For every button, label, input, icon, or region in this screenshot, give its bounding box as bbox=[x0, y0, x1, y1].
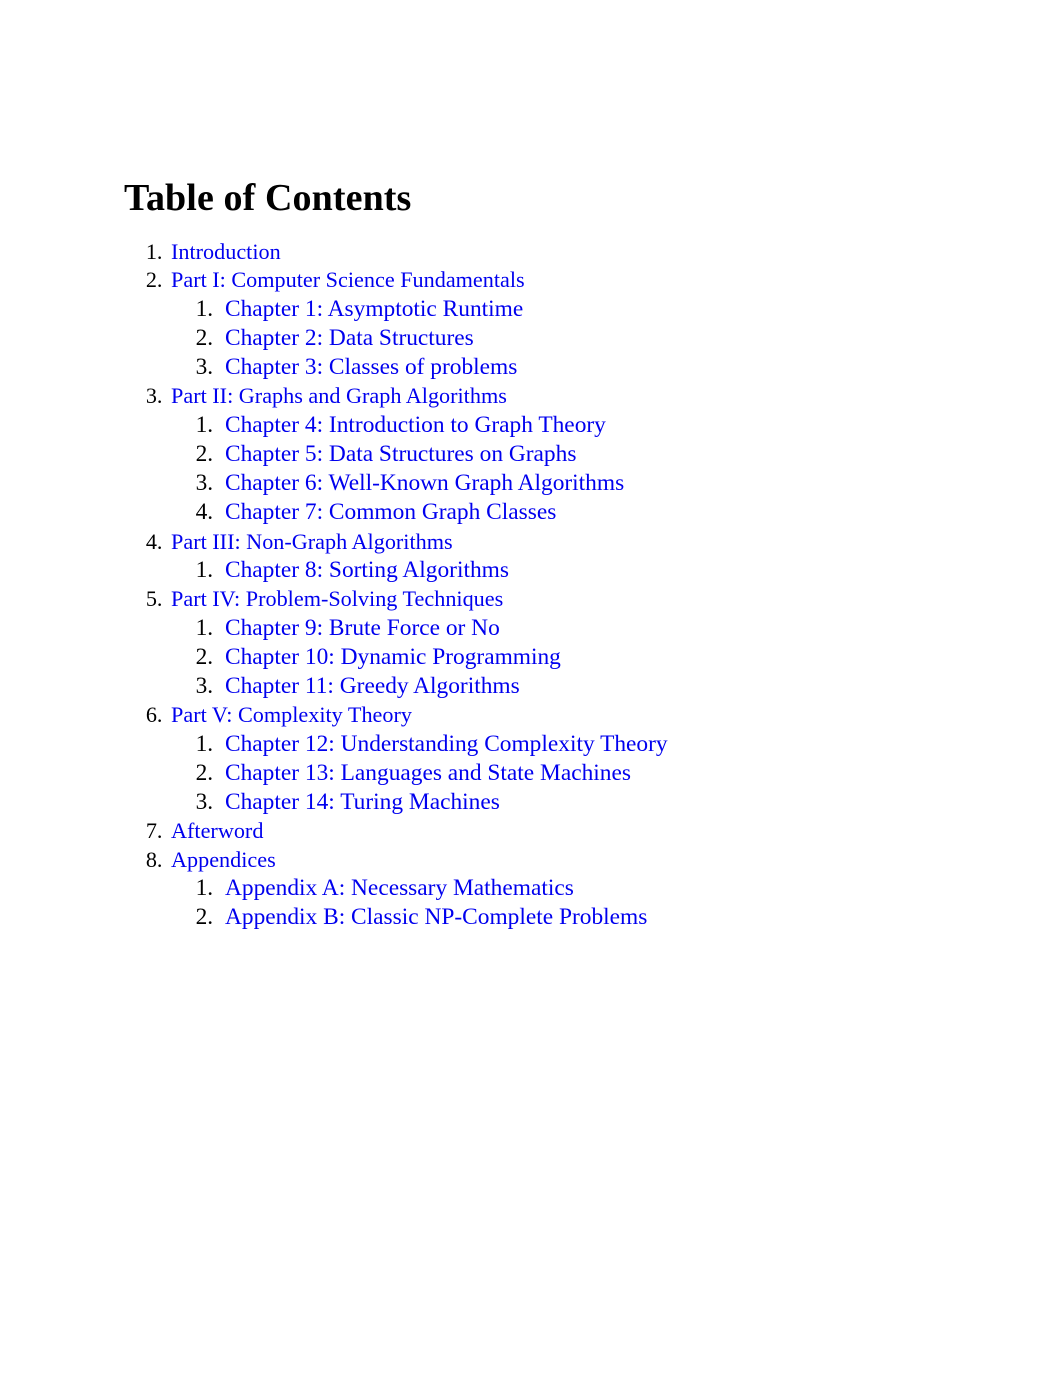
toc-item: Part I: Computer Science Fundamentals Cha… bbox=[168, 266, 1062, 382]
toc-subitem: Chapter 3: Classes of problems bbox=[219, 353, 1062, 382]
toc-subitem: Chapter 6: Well-Known Graph Algorithms bbox=[219, 469, 1062, 498]
toc-subitem: Chapter 4: Introduction to Graph Theory bbox=[219, 411, 1062, 440]
toc-list-level-2: Chapter 8: Sorting Algorithms bbox=[168, 556, 1062, 585]
toc-link[interactable]: Part III: Non-Graph Algorithms bbox=[168, 529, 453, 554]
toc-link[interactable]: Introduction bbox=[168, 239, 281, 264]
toc-sublink[interactable]: Chapter 8: Sorting Algorithms bbox=[219, 557, 509, 583]
toc-sublink[interactable]: Chapter 14: Turing Machines bbox=[219, 789, 500, 815]
toc-link[interactable]: Appendices bbox=[168, 847, 276, 872]
page-title: Table of Contents bbox=[124, 177, 412, 220]
toc-sublink[interactable]: Chapter 3: Classes of problems bbox=[219, 354, 517, 380]
toc-list-level-2: Chapter 4: Introduction to Graph Theory C… bbox=[168, 411, 1062, 528]
toc-sublink[interactable]: Chapter 11: Greedy Algorithms bbox=[219, 673, 520, 699]
toc-sublink[interactable]: Chapter 7: Common Graph Classes bbox=[219, 499, 556, 525]
toc-subitem: Chapter 7: Common Graph Classes bbox=[219, 498, 1062, 527]
toc-subitem: Chapter 12: Understanding Complexity The… bbox=[219, 730, 1062, 759]
toc-subitem: Chapter 5: Data Structures on Graphs bbox=[219, 440, 1062, 469]
toc-list-level-2: Appendix A: Necessary Mathematics Appendi… bbox=[168, 874, 1062, 932]
toc-sublink[interactable]: Chapter 2: Data Structures bbox=[219, 325, 474, 351]
toc-sublink[interactable]: Chapter 13: Languages and State Machines bbox=[219, 760, 631, 786]
toc-sublink[interactable]: Chapter 12: Understanding Complexity The… bbox=[219, 731, 668, 757]
toc-item: Introduction bbox=[168, 238, 1062, 266]
toc-list-level-1: IntroductionPart I: Computer Science Fun… bbox=[0, 238, 1062, 933]
toc-item: Part III: Non-Graph Algorithms Chapter 8:… bbox=[168, 528, 1062, 586]
toc-sublink[interactable]: Chapter 4: Introduction to Graph Theory bbox=[219, 412, 606, 438]
toc-sublink[interactable]: Appendix B: Classic NP-Complete Problems bbox=[219, 904, 647, 930]
toc-list-level-2: Chapter 1: Asymptotic Runtime Chapter 2: … bbox=[168, 295, 1062, 383]
toc-item: AppendicesAppendix A: Necessary Mathemat… bbox=[168, 846, 1062, 933]
toc-item: Part V: Complexity Theory Chapter 12: Und… bbox=[168, 701, 1062, 817]
toc-sublink[interactable]: Chapter 9: Brute Force or No bbox=[219, 615, 500, 641]
toc-item: Part II: Graphs and Graph Algorithms Chap… bbox=[168, 382, 1062, 527]
toc-sublink[interactable]: Chapter 1: Asymptotic Runtime bbox=[219, 296, 523, 322]
toc-link[interactable]: Part I: Computer Science Fundamentals bbox=[168, 267, 525, 292]
toc-sublink[interactable]: Chapter 6: Well-Known Graph Algorithms bbox=[219, 470, 624, 496]
toc-list-level-2: Chapter 9: Brute Force or No Chapter 10: … bbox=[168, 614, 1062, 702]
toc-sublink[interactable]: Chapter 5: Data Structures on Graphs bbox=[219, 441, 576, 467]
toc-item: Part IV: Problem-Solving Techniques Chapt… bbox=[168, 585, 1062, 701]
toc-subitem: Chapter 2: Data Structures bbox=[219, 324, 1062, 353]
toc-subitem: Chapter 8: Sorting Algorithms bbox=[219, 556, 1062, 585]
toc-link[interactable]: Part IV: Problem-Solving Techniques bbox=[168, 586, 503, 611]
toc-subitem: Chapter 14: Turing Machines bbox=[219, 788, 1062, 817]
toc-subitem: Chapter 1: Asymptotic Runtime bbox=[219, 295, 1062, 324]
toc-subitem: Appendix A: Necessary Mathematics bbox=[219, 874, 1062, 903]
toc-subitem: Chapter 11: Greedy Algorithms bbox=[219, 672, 1062, 701]
document-page: Table of Contents IntroductionPart I: Co… bbox=[0, 0, 1062, 1377]
toc-sublink[interactable]: Appendix A: Necessary Mathematics bbox=[219, 875, 574, 901]
toc-subitem: Appendix B: Classic NP-Complete Problems bbox=[219, 903, 1062, 932]
toc-sublink[interactable]: Chapter 10: Dynamic Programming bbox=[219, 644, 561, 670]
toc-item: Afterword bbox=[168, 817, 1062, 845]
toc-subitem: Chapter 10: Dynamic Programming bbox=[219, 643, 1062, 672]
toc-link[interactable]: Part II: Graphs and Graph Algorithms bbox=[168, 383, 507, 408]
toc-list-level-2: Chapter 12: Understanding Complexity The… bbox=[168, 730, 1062, 818]
toc-subitem: Chapter 9: Brute Force or No bbox=[219, 614, 1062, 643]
table-of-contents: IntroductionPart I: Computer Science Fun… bbox=[0, 238, 1062, 933]
toc-link[interactable]: Afterword bbox=[168, 818, 263, 843]
toc-subitem: Chapter 13: Languages and State Machines bbox=[219, 759, 1062, 788]
toc-link[interactable]: Part V: Complexity Theory bbox=[168, 702, 412, 727]
